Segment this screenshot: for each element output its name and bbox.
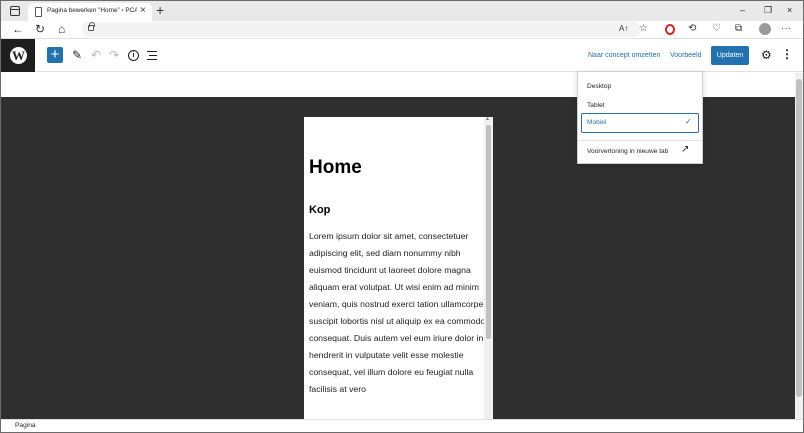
menu-divider xyxy=(578,140,702,141)
block-breadcrumb-bar: Pagina xyxy=(1,419,803,432)
wordpress-logo-letter: W xyxy=(12,48,25,63)
minimize-button[interactable]: – xyxy=(740,4,745,16)
preview-dropdown-menu: Desktop Tablet Mobiel ✓ Voorvertoning in… xyxy=(577,71,703,164)
page-icon xyxy=(35,7,42,17)
menu-item-desktop[interactable]: Desktop xyxy=(587,83,611,90)
refresh-icon[interactable]: ↻ xyxy=(35,22,45,36)
heading-block[interactable]: Kop xyxy=(309,204,330,216)
more-options-icon[interactable]: ⋮ xyxy=(781,47,793,61)
wordpress-logo[interactable]: W xyxy=(1,39,35,72)
profile-avatar[interactable] xyxy=(759,23,771,35)
menu-item-mobile[interactable]: Mobiel ✓ xyxy=(581,113,699,133)
tab-close-icon[interactable]: × xyxy=(140,5,146,17)
read-aloud-icon[interactable]: A↑ xyxy=(619,22,628,36)
paragraph-block[interactable]: Lorem ipsum dolor sit amet, consectetuer… xyxy=(309,228,487,398)
mobile-preview-frame[interactable]: Home Kop Lorem ipsum dolor sit amet, con… xyxy=(304,117,493,419)
tab-strip: Pagina bewerken "Home" ‹ PCA × + – ❐ × xyxy=(1,1,803,21)
close-window-button[interactable]: × xyxy=(787,4,792,16)
browser-tab[interactable]: Pagina bewerken "Home" ‹ PCA × xyxy=(28,3,152,21)
external-link-icon[interactable]: ↗ xyxy=(681,144,689,156)
tools-pencil-icon[interactable]: ✎ xyxy=(72,48,82,62)
back-icon[interactable]: ← xyxy=(12,22,24,36)
menu-item-tablet[interactable]: Tablet xyxy=(587,102,605,109)
update-button[interactable]: Updaten xyxy=(711,46,749,65)
settings-gear-icon[interactable]: ⚙ xyxy=(761,48,772,62)
info-icon[interactable]: i xyxy=(128,50,139,61)
tab-title: Pagina bewerken "Home" ‹ PCA xyxy=(47,7,137,14)
check-icon: ✓ xyxy=(685,117,692,126)
list-view-icon[interactable] xyxy=(147,51,157,61)
favorites-icon[interactable]: ♡ xyxy=(712,22,721,36)
page-scrollbar[interactable] xyxy=(795,73,803,419)
scroll-up-arrow-icon[interactable]: ▲ xyxy=(485,117,490,122)
undo-icon[interactable]: ↶ xyxy=(91,48,101,62)
restore-button[interactable]: ❐ xyxy=(764,4,772,16)
browser-window: Pagina bewerken "Home" ‹ PCA × + – ❐ × ←… xyxy=(0,0,804,433)
browser-menu-icon[interactable]: ··· xyxy=(781,22,791,36)
breadcrumb-page[interactable]: Pagina xyxy=(15,422,36,429)
preview-scroll-thumb[interactable] xyxy=(486,125,491,339)
page-title[interactable]: Home xyxy=(309,157,362,179)
url-field[interactable] xyxy=(81,22,641,37)
page-scroll-thumb[interactable] xyxy=(796,79,802,397)
favorite-icon[interactable]: ☆ xyxy=(639,22,648,36)
lock-icon[interactable] xyxy=(88,22,95,31)
opera-icon[interactable] xyxy=(665,24,675,35)
collections-icon[interactable]: ⧉ xyxy=(735,22,742,36)
preview-scrollbar[interactable]: ▲ xyxy=(484,117,493,419)
home-icon[interactable]: ⌂ xyxy=(58,22,65,36)
editor-header: W + ✎ ↶ ↷ i Naar concept omzetten Voorbe… xyxy=(1,39,803,72)
extension-icon[interactable]: ⟲ xyxy=(688,22,696,36)
save-draft-link[interactable]: Naar concept omzetten xyxy=(588,52,660,59)
address-bar-row: ← ↻ ⌂ A↑ ☆ ⟲ ♡ ⧉ ··· xyxy=(1,21,803,39)
add-block-button[interactable]: + xyxy=(47,47,63,63)
redo-icon[interactable]: ↷ xyxy=(109,48,119,62)
workspaces-icon[interactable] xyxy=(10,6,20,16)
menu-item-mobile-label: Mobiel xyxy=(587,119,607,126)
new-tab-button[interactable]: + xyxy=(156,2,164,18)
preview-button[interactable]: Voorbeeld xyxy=(670,52,702,59)
preview-new-tab-link[interactable]: Voorvertoning in nieuwe tab xyxy=(587,148,668,155)
